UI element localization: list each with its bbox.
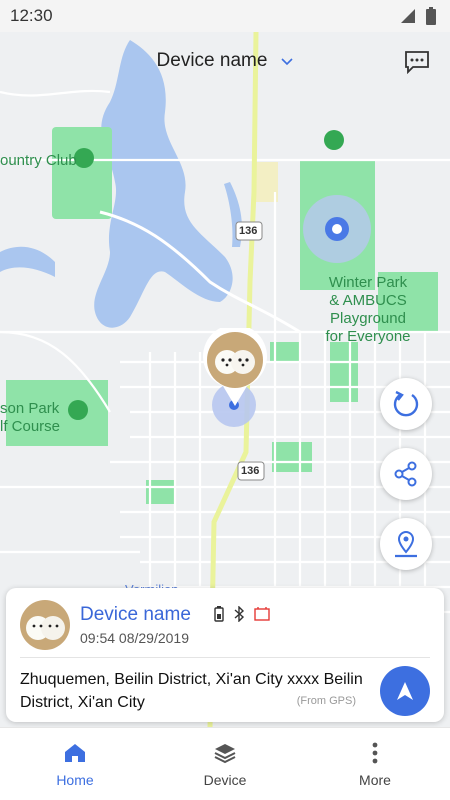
navigate-button[interactable] [380, 666, 430, 716]
nav-more-label: More [359, 772, 391, 788]
map-label-country-club: ountry Club [0, 152, 77, 169]
nav-device-label: Device [203, 772, 247, 788]
nav-home-label: Home [56, 772, 94, 788]
status-bar: 12:30 [0, 0, 450, 32]
device-status-icons [214, 606, 270, 622]
nav-home[interactable]: Home [0, 728, 150, 800]
location-source: (From GPS) [296, 695, 356, 707]
device-name-title: Device name [156, 50, 268, 72]
device-selector[interactable]: Device name [0, 50, 450, 72]
card-divider [20, 657, 430, 658]
nav-more[interactable]: More [300, 728, 450, 800]
last-update-time: 09:54 08/29/2019 [80, 630, 189, 646]
location-history-button[interactable] [380, 518, 432, 570]
navigation-arrow-icon [397, 682, 413, 700]
map-label-golf: son Park lf Course [0, 400, 61, 435]
bluetooth-icon [234, 606, 245, 622]
chevron-down-icon [281, 50, 294, 72]
layers-icon [214, 744, 236, 764]
home-icon [65, 744, 85, 762]
route-label-2: 136 [241, 465, 260, 477]
bottom-nav: Home Device More [0, 727, 450, 800]
top-header: Device name [0, 38, 450, 86]
battery-icon [426, 7, 436, 25]
status-icons [400, 7, 436, 25]
message-icon[interactable] [404, 50, 430, 74]
device-name: Device name [80, 604, 191, 625]
device-address: Zhuquemen, Beilin District, Xi'an City x… [20, 671, 363, 711]
share-icon [394, 461, 417, 487]
location-pin-icon [395, 531, 417, 558]
park-area [52, 127, 112, 219]
device-avatar [20, 600, 70, 650]
share-button[interactable] [380, 448, 432, 500]
nav-device[interactable]: Device [150, 728, 300, 800]
refresh-button[interactable] [380, 378, 432, 430]
signal-icon [401, 9, 415, 23]
sim-alert-icon [254, 607, 270, 621]
device-info-card[interactable]: Device name 09:54 08/29/2019 Zhuquemen, … [6, 588, 444, 722]
pet-avatar-pin[interactable] [203, 328, 267, 406]
route-label-1: 136 [239, 225, 258, 237]
more-vertical-icon [372, 742, 378, 764]
refresh-icon [393, 390, 419, 417]
battery-status-icon [214, 606, 224, 622]
status-time: 12:30 [10, 6, 53, 25]
map-label-park: Winter Park & AMBUCS Playground for Ever… [325, 274, 411, 345]
